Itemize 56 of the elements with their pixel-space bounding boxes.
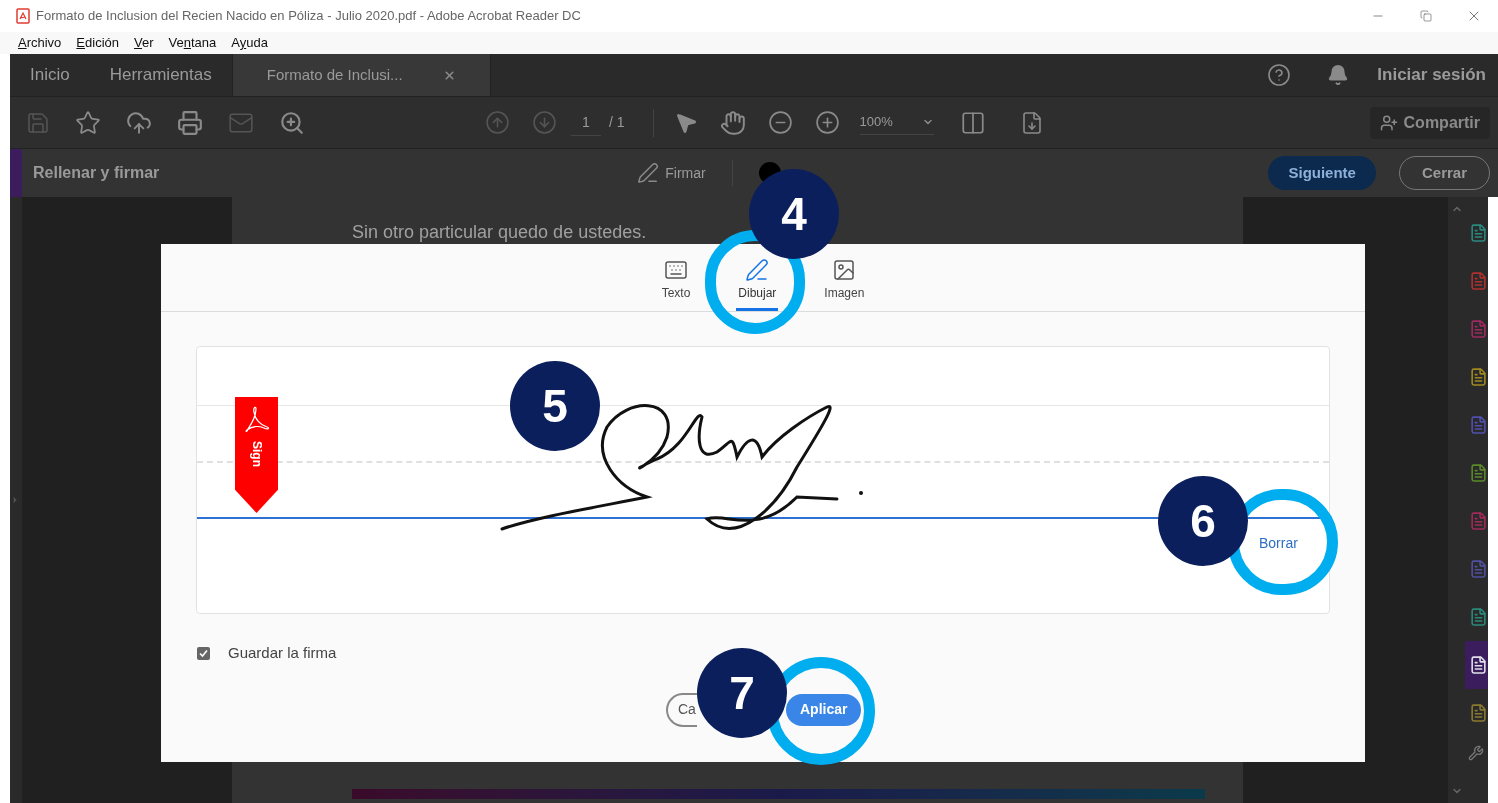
document-text: Sin otro particular quedo de ustedes. (352, 222, 648, 242)
flag-label: Sign (248, 441, 265, 467)
pen-icon (637, 162, 660, 184)
share-button[interactable]: Compartir (1369, 106, 1490, 139)
star-icon[interactable] (75, 109, 101, 136)
document-tab[interactable]: Herramientas (89, 54, 232, 96)
save-icon[interactable] (26, 110, 50, 135)
tab-label: Herramientas (109, 64, 212, 87)
signature-type-tab[interactable]: Dibujar (736, 256, 779, 311)
page-total: / 1 (609, 113, 625, 132)
clear-button[interactable]: Borrar (1259, 533, 1298, 554)
next-button[interactable]: Siguiente (1268, 156, 1376, 190)
pdf-file-icon (16, 8, 30, 24)
tool-button[interactable] (1465, 641, 1488, 689)
close-tab-icon[interactable] (442, 68, 456, 82)
menu-item[interactable]: Archivo (18, 33, 62, 53)
tab-label: Inicio (30, 64, 70, 87)
sign-button[interactable]: Firmar (637, 162, 706, 184)
menu-item[interactable]: Edición (76, 33, 119, 53)
help-icon[interactable] (1267, 63, 1292, 87)
next-page-icon[interactable] (532, 110, 557, 135)
signature-type-tab[interactable]: Texto (659, 256, 693, 311)
user-add-icon (1379, 113, 1398, 132)
signature-type-tab[interactable]: Imagen (822, 256, 867, 311)
page-number-field[interactable]: 1 (571, 109, 601, 136)
window-title: Formato de Inclusion del Recien Nacido en Póliza - Julio 2020.pdf - Adobe Acrobat Reader DC (36, 7, 581, 26)
checkbox[interactable] (197, 646, 210, 660)
menu-item[interactable]: Ayuda (231, 33, 268, 53)
zoom-in-icon[interactable] (814, 110, 840, 135)
wrench-icon[interactable] (1468, 745, 1484, 761)
menu-item[interactable]: Ventana (168, 33, 217, 53)
panel-title: Rellenar y firmar (33, 163, 160, 183)
previous-page-icon[interactable] (485, 110, 510, 135)
fit-page-icon[interactable] (959, 109, 986, 136)
expand-panel-icon[interactable] (10, 495, 20, 505)
cloud-upload-icon[interactable] (126, 109, 152, 136)
menu-item[interactable]: Ver (134, 33, 154, 53)
zoom-search-icon[interactable] (279, 109, 305, 136)
save-signature-checkbox[interactable]: Guardar la firma (197, 642, 337, 665)
pen-icon (745, 258, 770, 282)
hand-icon[interactable] (719, 109, 746, 136)
acrobat-logo-icon (243, 405, 270, 435)
document-tab[interactable]: Inicio (10, 54, 90, 96)
restore-icon (1420, 10, 1432, 22)
apply-button[interactable]: Aplicar (786, 693, 862, 726)
tab-label: Formato de Inclusi... (266, 64, 403, 85)
print-icon[interactable] (177, 109, 203, 136)
keyboard-icon (663, 258, 688, 282)
panel-accent-bar (10, 149, 22, 197)
scrollbar[interactable] (1448, 197, 1465, 803)
sign-in-link[interactable]: Iniciar sesión (1377, 62, 1486, 88)
bell-icon[interactable] (1327, 64, 1350, 86)
zoom-dropdown[interactable]: 100% (859, 110, 934, 135)
document-tab[interactable]: Formato de Inclusi... (231, 54, 491, 96)
image-icon (832, 258, 857, 282)
zoom-out-icon[interactable] (767, 110, 793, 135)
